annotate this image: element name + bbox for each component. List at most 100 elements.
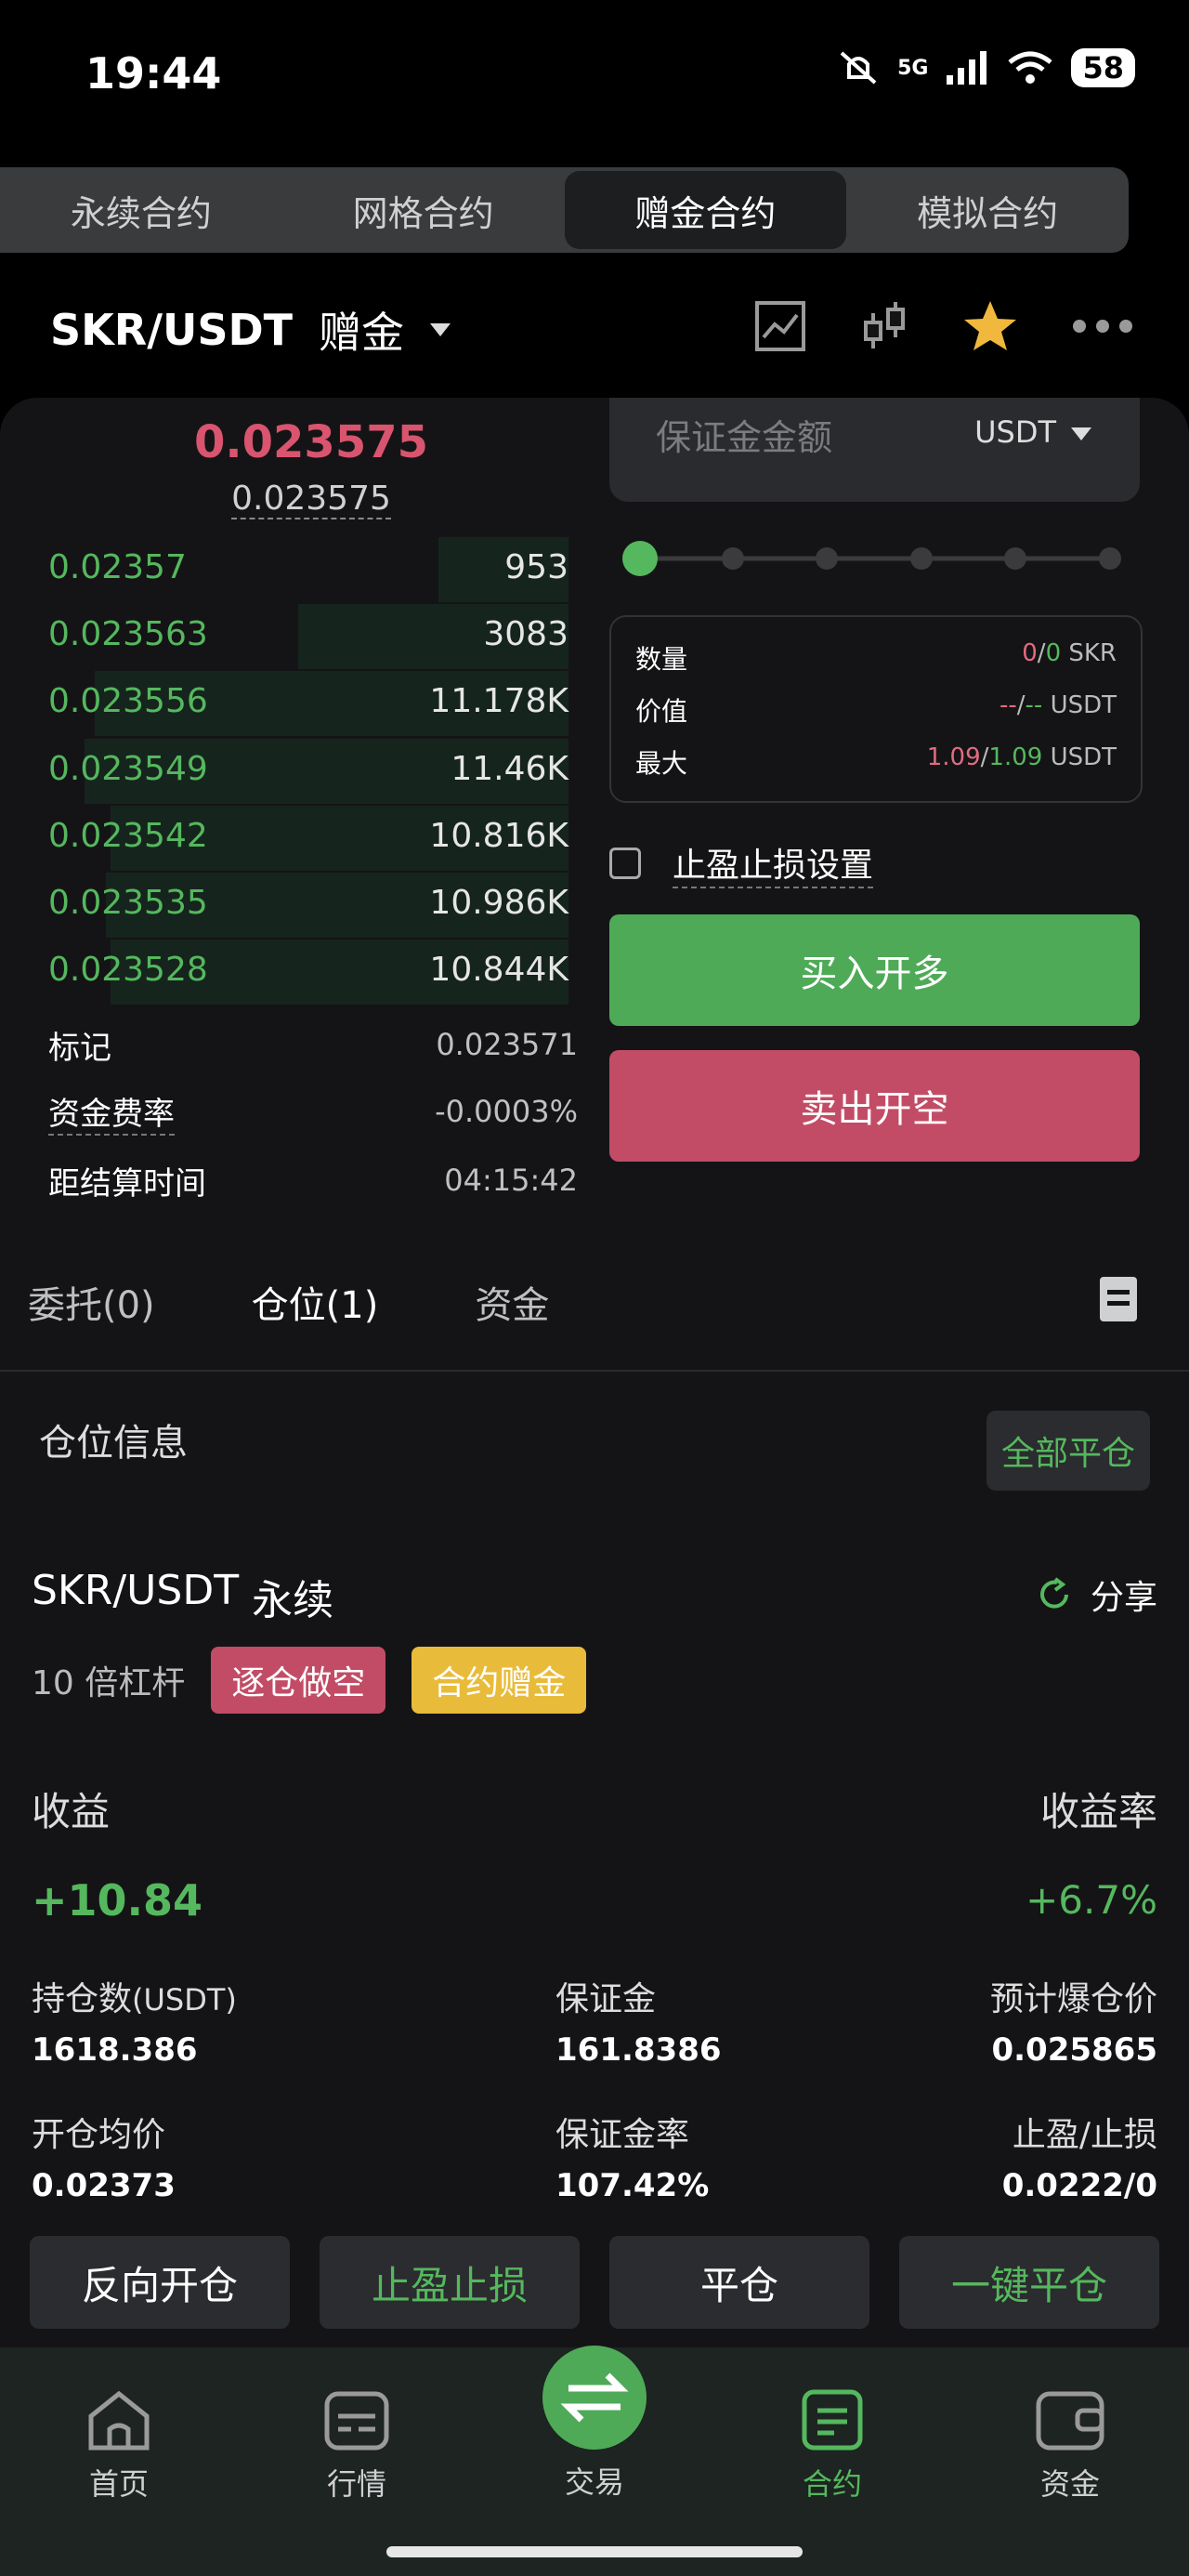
nav-market[interactable]: 行情 (282, 2388, 431, 2504)
margin-ratio-label: 保证金率 (555, 2116, 690, 2154)
position-pair: SKR/USDT (32, 1567, 240, 1614)
pair-mode: 赠金 (319, 308, 405, 358)
chart-icon[interactable] (754, 300, 806, 352)
margin-label: 保证金 (555, 1980, 657, 2018)
order-summary: 数量 0/0 SKR 价值 --/-- USDT 最大 1.09/1.09 US… (609, 615, 1143, 803)
dropdown-icon (430, 323, 451, 336)
orderbook-qty: 10.986K (429, 884, 568, 922)
qty-a: 0 (1022, 639, 1038, 667)
liq-label: 预计爆仓价 (989, 1980, 1157, 2018)
roe-value: +6.7% (1026, 1877, 1157, 1923)
orderbook-qty: 11.178K (429, 682, 568, 721)
mute-icon (840, 51, 877, 85)
roe-label: 收益率 (1039, 1789, 1157, 1834)
max-row: 最大 1.09/1.09 USDT (635, 743, 1117, 781)
size-label-text: 持仓数 (32, 1980, 133, 2018)
tab-orders[interactable]: 委托(0) (28, 1275, 155, 1329)
orderbook-row[interactable]: 0.02357 953 (48, 537, 568, 602)
currency-select[interactable]: USDT (974, 414, 1056, 450)
tpsl-button[interactable]: 止盈止损 (320, 2236, 580, 2329)
slider-handle[interactable] (622, 541, 658, 576)
mark-row: 标记 0.023571 (48, 1017, 578, 1072)
currency-dropdown-icon (1071, 427, 1091, 440)
header-actions (754, 299, 1135, 353)
wallet-icon (1036, 2391, 1104, 2451)
mark-price[interactable]: 0.023575 (0, 480, 622, 519)
orderbook-row[interactable]: 0.023542 10.816K (48, 805, 568, 871)
size-label: 持仓数(USDT) (32, 1972, 237, 2020)
tab-funds[interactable]: 资金 (475, 1275, 549, 1329)
tab-bonus[interactable]: 赠金合约 (564, 171, 847, 249)
orderbook-row[interactable]: 0.023563 3083 (48, 604, 568, 670)
nav-contract-label: 合约 (802, 2466, 862, 2502)
position-title: SKR/USDT 永续 (32, 1567, 333, 1626)
pnl-value: +10.84 (32, 1875, 203, 1925)
value-sep: / (1016, 691, 1026, 719)
nav-assets-label: 资金 (1039, 2466, 1100, 2502)
funding-value: -0.0003% (435, 1094, 578, 1129)
share-label: 分享 (1090, 1579, 1157, 1617)
share-button[interactable]: 分享 (1035, 1571, 1157, 1619)
pair-selector[interactable]: SKR/USDT 赠金 (50, 299, 451, 361)
orderbook-price: 0.023549 (48, 749, 208, 788)
close-position-button[interactable]: 平仓 (609, 2236, 869, 2329)
nav-trade-label: 交易 (564, 2464, 624, 2500)
quick-close-button[interactable]: 一键平仓 (899, 2236, 1159, 2329)
orderbook-row[interactable]: 0.023556 11.178K (48, 671, 568, 737)
tab-grid[interactable]: 网格合约 (282, 167, 565, 253)
status-icons: 5G 58 (836, 48, 1135, 87)
reverse-open-button[interactable]: 反向开仓 (30, 2236, 290, 2329)
pair-name: SKR/USDT (50, 305, 294, 355)
entry-value: 0.02373 (32, 2167, 176, 2204)
orderbook-row[interactable]: 0.023535 10.986K (48, 873, 568, 938)
tab-demo[interactable]: 模拟合约 (846, 167, 1129, 253)
close-all-button[interactable]: 全部平仓 (986, 1411, 1150, 1491)
battery-indicator: 58 (1071, 48, 1135, 87)
last-price: 0.023575 (193, 416, 429, 468)
settle-row: 距结算时间 04:15:42 (48, 1152, 578, 1208)
nav-assets[interactable]: 资金 (996, 2388, 1144, 2504)
star-icon[interactable] (962, 299, 1018, 353)
document-icon[interactable] (1100, 1277, 1137, 1321)
sell-short-button[interactable]: 卖出开空 (609, 1050, 1140, 1162)
network-label: 5G (897, 56, 929, 80)
value-b: -- (1025, 691, 1043, 719)
nav-trade[interactable]: 交易 (520, 2344, 669, 2502)
buy-long-button[interactable]: 买入开多 (609, 914, 1140, 1026)
margin-placeholder: 保证金金额 (656, 417, 833, 458)
value-label: 价值 (635, 696, 688, 727)
value-a: -- (1000, 691, 1017, 719)
orderbook-price: 0.023535 (48, 884, 208, 922)
margin-ratio-value: 107.42% (555, 2167, 710, 2204)
orderbook-row[interactable]: 0.023549 11.46K (48, 738, 568, 804)
more-icon[interactable] (1070, 317, 1135, 335)
leverage-slider[interactable] (621, 539, 1130, 578)
home-icon (88, 2390, 150, 2451)
wifi-icon (1008, 51, 1053, 84)
max-unit: USDT (1050, 743, 1117, 771)
tpsl-position-label: 止盈/止损 (1012, 2116, 1157, 2154)
settle-value: 04:15:42 (444, 1163, 578, 1198)
liq-value: 0.025865 (991, 2031, 1157, 2069)
tab-positions[interactable]: 仓位(1) (252, 1275, 379, 1329)
position-tabs: 委托(0) 仓位(1) 资金 (28, 1275, 549, 1329)
signal-icon (947, 51, 987, 85)
mark-label: 标记 (48, 1029, 111, 1067)
tpsl-checkbox[interactable] (609, 848, 641, 879)
tpsl-setting[interactable]: 止盈止损设置 (609, 838, 874, 888)
bottom-nav: 首页 行情 交易 合约 资金 (0, 2344, 1189, 2576)
tab-perpetual[interactable]: 永续合约 (0, 167, 282, 253)
settle-label: 距结算时间 (48, 1164, 206, 1203)
max-a: 1.09 (926, 743, 981, 771)
nav-contract[interactable]: 合约 (758, 2388, 907, 2504)
max-b: 1.09 (988, 743, 1043, 771)
nav-home[interactable]: 首页 (45, 2388, 193, 2504)
candlestick-icon[interactable] (858, 300, 910, 352)
margin-amount-input[interactable]: 保证金金额 USDT (609, 398, 1140, 502)
funding-label[interactable]: 资金费率 (48, 1088, 175, 1136)
orderbook-price: 0.023556 (48, 682, 208, 721)
orderbook-row[interactable]: 0.023528 10.844K (48, 940, 568, 1005)
tpsl-label: 止盈止损设置 (673, 838, 874, 888)
max-label: 最大 (635, 748, 688, 779)
nav-market-label: 行情 (326, 2466, 386, 2502)
